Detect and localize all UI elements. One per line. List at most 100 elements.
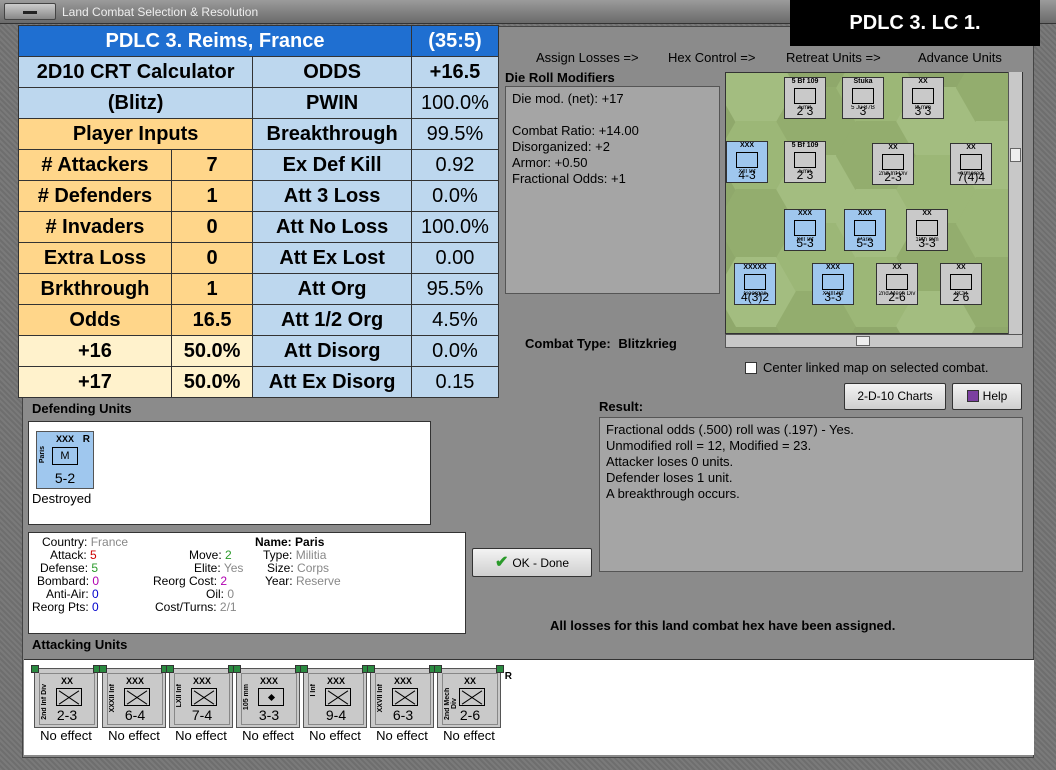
crt-result-label: Att No Loss	[252, 211, 412, 243]
counter-value: 3-3	[918, 236, 936, 250]
map-counter[interactable]: XX DCR 2 6	[940, 263, 982, 305]
map-counter[interactable]: XX 2nd Inf Div 2-3	[872, 143, 914, 185]
map-counter[interactable]: XXX Paris 5-3	[844, 209, 886, 251]
step-advance-units[interactable]: Advance Units	[918, 50, 1002, 65]
info-label: Name:	[255, 535, 292, 549]
ok-done-button[interactable]: ✔ OK - Done	[472, 548, 592, 577]
crt-result-label: Att Ex Lost	[252, 242, 412, 274]
counter-face: XXX LXII Inf 7-4	[174, 673, 230, 725]
unit-strength: 3-3	[258, 707, 280, 723]
map-counter[interactable]: 5 Bf 109 Emil 2 3	[784, 77, 826, 119]
status-dot-icon	[434, 665, 442, 673]
map-counter[interactable]: XXXXX Georges 4(3)2	[734, 263, 776, 305]
counter-face: XX 2nd Inf Div 2-3	[39, 673, 95, 725]
map-counter[interactable]: XX Ill mm 3 3	[902, 77, 944, 119]
info-label: Country:	[42, 535, 88, 549]
status-dot-icon	[496, 665, 504, 673]
info-value: Paris	[295, 535, 325, 549]
crt-input-value[interactable]: 1	[170, 180, 254, 212]
step-hex-control[interactable]: Hex Control =>	[668, 50, 755, 65]
attacker-counter[interactable]: XXX 105 mm 3-3	[233, 665, 303, 728]
attacker-counter[interactable]: XXX XXVII Inf 6-3	[367, 665, 437, 728]
info-label: Size:	[267, 561, 294, 575]
result-box: Fractional odds (.500) roll was (.197) -…	[599, 417, 1023, 572]
die-roll-line: Die mod. (net): +17	[512, 91, 624, 106]
crt-result-label: Att Ex Disorg	[252, 366, 412, 398]
crt-result-label: Ex Def Kill	[252, 149, 412, 181]
help-book-icon	[966, 390, 979, 402]
crt-input-label: +16	[18, 335, 172, 367]
status-dot-icon	[31, 665, 39, 673]
crt-input-value[interactable]: 7	[170, 149, 254, 181]
pdlc-banner: PDLC 3. LC 1.	[790, 0, 1040, 46]
center-map-checkbox[interactable]	[745, 362, 757, 374]
unit-type-icon	[744, 274, 766, 290]
charts-button[interactable]: 2-D-10 Charts	[844, 383, 946, 410]
scroll-thumb[interactable]	[1010, 148, 1021, 162]
step-retreat-units[interactable]: Retreat Units =>	[786, 50, 881, 65]
attacker-counter[interactable]: XXXI Inf9-4R	[300, 665, 378, 728]
militia-icon: M	[52, 447, 78, 465]
crt-input-value[interactable]: 0	[170, 242, 254, 274]
crt-result-value: 95.5%	[410, 273, 500, 305]
reserve-marker: R	[504, 671, 512, 682]
map-counter[interactable]: XX 10th mm 3-3	[906, 209, 948, 251]
counter-label: XXX	[739, 142, 754, 149]
center-map-checkbox-row[interactable]: Center linked map on selected combat.	[745, 360, 988, 375]
map-counter[interactable]: XXX XIII Inf 5-3	[784, 209, 826, 251]
defender-status: Destroyed	[32, 491, 92, 506]
window-menu-button[interactable]	[4, 3, 56, 20]
crt-input-value[interactable]: 1	[170, 273, 254, 305]
map-counter[interactable]: XXX XIII Inf 4-3	[726, 141, 768, 183]
map-horizontal-scrollbar[interactable]	[725, 334, 1023, 348]
map-counter[interactable]: Stuka 5 Ju 87B 3	[842, 77, 884, 119]
map-counter[interactable]: XX 2nd Mech Div 2-6	[876, 263, 918, 305]
scroll-thumb[interactable]	[856, 336, 870, 346]
help-button[interactable]: Help	[952, 383, 1022, 410]
crt-input-label: # Defenders	[18, 180, 172, 212]
counter-value: 3-3	[824, 290, 842, 304]
counter-value: 2 3	[796, 168, 814, 182]
linked-map[interactable]: 5 Bf 109 Emil 2 3 Stuka 5 Ju 87B 3 XX Ill mm 3 3…	[725, 72, 1023, 334]
info-value: 0	[92, 587, 99, 601]
ok-done-label: OK - Done	[512, 556, 570, 570]
attacker-counter[interactable]: XXX LXII Inf 7-4	[166, 665, 236, 728]
unit-size: XXX	[326, 676, 345, 686]
result-line: A breakthrough occurs.	[606, 486, 740, 501]
attacker-counter[interactable]: XX 2nd Mech Div 2-6 R	[434, 665, 512, 728]
crt-result-value: 4.5%	[410, 304, 500, 336]
die-roll-box: Die mod. (net): +17 Combat Ratio: +14.00…	[505, 86, 720, 294]
info-label: Elite:	[194, 561, 221, 575]
info-label: Attack:	[50, 548, 87, 562]
status-dot-icon	[300, 665, 308, 673]
combat-type-value: Blitzkrieg	[618, 336, 677, 351]
crt-input-value[interactable]: 0	[170, 211, 254, 243]
crt-input-label: Odds	[18, 304, 172, 336]
counter-label: XX	[966, 144, 976, 151]
crt-result-label: Att 3 Loss	[252, 180, 412, 212]
crt-input-label: # Invaders	[18, 211, 172, 243]
crt-input-label: Extra Loss	[18, 242, 172, 274]
info-label: Cost/Turns:	[155, 600, 217, 614]
unit-strength: 9-4	[325, 707, 347, 723]
info-label: Oil:	[206, 587, 224, 601]
defender-counter[interactable]: XXX R Paris M 5-2	[36, 431, 94, 489]
counter-label: Stuka	[853, 78, 873, 85]
unit-strength: 2-6	[459, 707, 481, 723]
center-map-label: Center linked map on selected combat.	[763, 360, 989, 375]
map-vertical-scrollbar[interactable]	[1008, 72, 1022, 334]
step-assign-losses[interactable]: Assign Losses =>	[536, 50, 639, 65]
map-counter[interactable]: XXX XVIII Inf 3-3	[812, 263, 854, 305]
unit-size: XX	[60, 676, 73, 686]
counter-face: XX 2nd Mech Div 2-6	[442, 673, 498, 725]
counter-label: XX	[956, 264, 966, 271]
map-counter[interactable]: 5 Bf 109 Emil 2 3	[784, 141, 826, 183]
attacker-counter[interactable]: XX 2nd Inf Div 2-3	[31, 665, 101, 728]
attacker-counter[interactable]: XXX XXXII Inf 6-4	[99, 665, 169, 728]
info-value: 2	[220, 574, 228, 588]
map-counter[interactable]: XX Armored 7(4)4	[950, 143, 992, 185]
counter-label: XXX	[797, 210, 812, 217]
info-value: 2/1	[219, 600, 237, 614]
unit-size: XXX	[125, 676, 144, 686]
die-roll-line: Combat Ratio: +14.00	[512, 123, 639, 138]
